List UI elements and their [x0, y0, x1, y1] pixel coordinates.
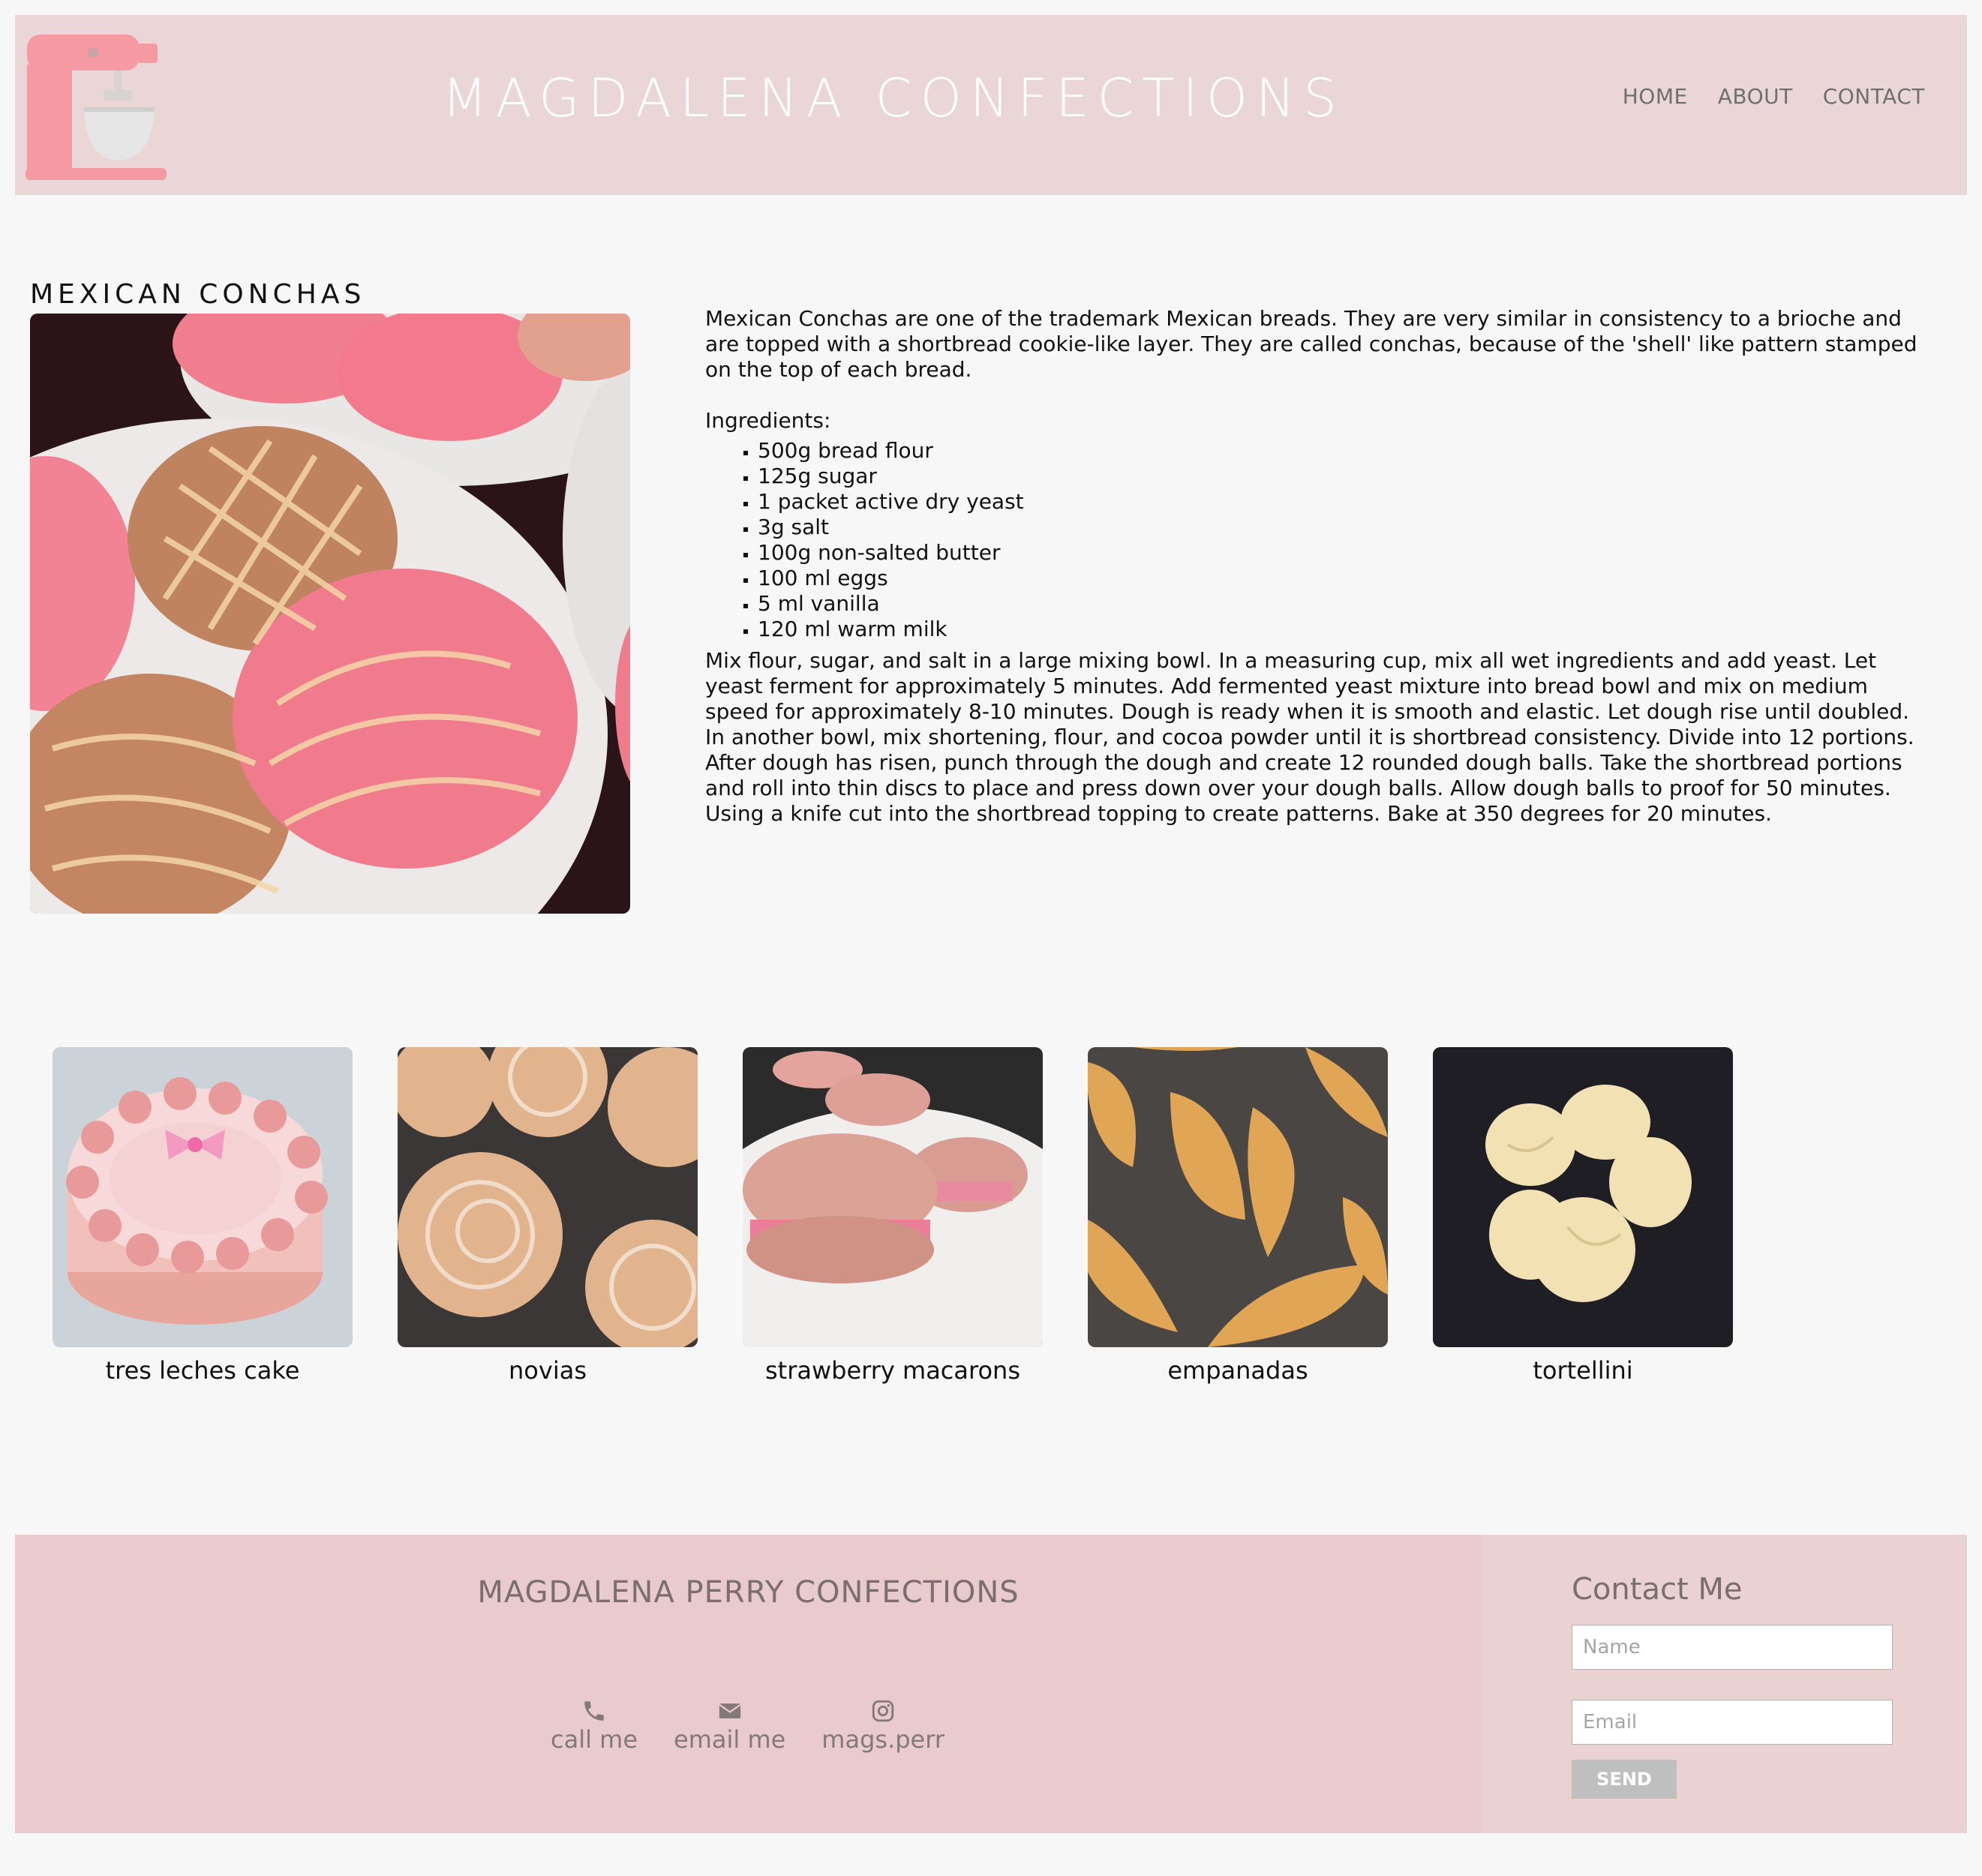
tres-leches-photo[interactable] — [53, 1047, 353, 1347]
instagram-label: mags.perr — [821, 1725, 944, 1754]
recipe-body: Mexican Conchas are one of the trademark… — [705, 306, 1924, 827]
gallery-caption: empanadas — [1167, 1356, 1308, 1385]
ingredient-item: 100g non-salted butter — [758, 540, 1924, 566]
contact-form-title: Contact Me — [1572, 1572, 1743, 1607]
ingredient-item: 5 ml vanilla — [758, 591, 1924, 617]
ingredients-list: 500g bread flour 125g sugar 1 packet act… — [705, 438, 1924, 642]
email-field[interactable] — [1572, 1700, 1893, 1745]
envelope-icon — [718, 1703, 741, 1718]
novias-photo[interactable] — [398, 1047, 698, 1347]
send-button[interactable]: SEND — [1572, 1760, 1677, 1799]
gallery-caption: novias — [509, 1356, 587, 1385]
phone-icon — [584, 1701, 604, 1721]
gallery-caption: strawberry macarons — [765, 1356, 1020, 1385]
recipe-instructions: Mix flour, sugar, and salt in a large mi… — [705, 648, 1914, 826]
ingredient-item: 3g salt — [758, 515, 1924, 540]
gallery-card[interactable]: tres leches cake — [53, 1047, 353, 1385]
ingredient-item: 120 ml warm milk — [758, 617, 1924, 642]
site-title: MAGDALENA CONFECTIONS — [442, 68, 1345, 129]
ingredients-label: Ingredients: — [705, 408, 831, 433]
conchas-photo — [30, 314, 630, 914]
ingredient-item: 125g sugar — [758, 464, 1924, 489]
gallery-card[interactable]: empanadas — [1088, 1047, 1388, 1385]
nav-home[interactable]: HOME — [1623, 84, 1688, 109]
gallery-caption: tres leches cake — [105, 1356, 300, 1385]
recipe-gallery: tres leches cake novias strawberry macar… — [53, 1047, 1733, 1385]
email-me-link[interactable]: email me — [674, 1698, 785, 1754]
empanadas-photo[interactable] — [1088, 1047, 1388, 1347]
contact-form: Contact Me SEND — [1482, 1535, 1967, 1833]
call-me-label: call me — [551, 1725, 638, 1754]
footer: MAGDALENA PERRY CONFECTIONS call me emai… — [15, 1535, 1482, 1833]
name-field[interactable] — [1572, 1625, 1893, 1670]
macarons-photo[interactable] — [743, 1047, 1043, 1347]
gallery-card[interactable]: strawberry macarons — [743, 1047, 1043, 1385]
ingredient-item: 1 packet active dry yeast — [758, 489, 1924, 515]
main-nav: HOME ABOUT CONTACT — [1623, 84, 1925, 109]
instagram-icon — [872, 1700, 894, 1722]
footer-title: MAGDALENA PERRY CONFECTIONS — [477, 1575, 1020, 1610]
nav-about[interactable]: ABOUT — [1718, 84, 1793, 109]
gallery-card[interactable]: novias — [398, 1047, 698, 1385]
email-me-label: email me — [674, 1725, 786, 1754]
gallery-caption: tortellini — [1533, 1356, 1633, 1385]
recipe-title: MEXICAN CONCHAS — [30, 279, 366, 310]
instagram-link[interactable]: mags.perr — [821, 1698, 944, 1754]
gallery-card[interactable]: tortellini — [1433, 1047, 1733, 1385]
call-me-link[interactable]: call me — [551, 1698, 638, 1754]
recipe-intro: Mexican Conchas are one of the trademark… — [705, 306, 1917, 382]
ingredient-item: 500g bread flour — [758, 438, 1924, 464]
site-header: MAGDALENA CONFECTIONS HOME ABOUT CONTACT — [15, 15, 1967, 195]
contact-links: call me email me mags.perr — [551, 1698, 944, 1754]
tortellini-photo[interactable] — [1433, 1047, 1733, 1347]
ingredient-item: 100 ml eggs — [758, 566, 1924, 591]
nav-contact[interactable]: CONTACT — [1823, 84, 1925, 109]
